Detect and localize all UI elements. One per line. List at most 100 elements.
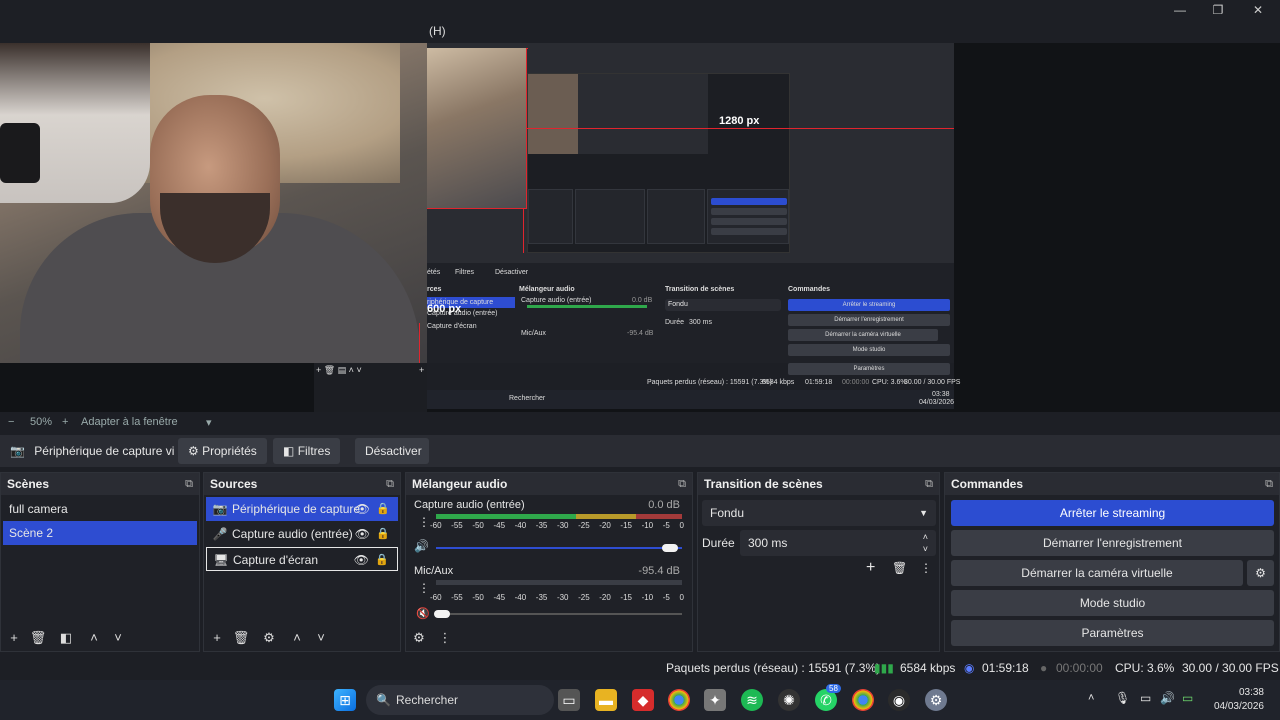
meter-ticks-2: -60 -55 -50 -45 -40 -35 -30 -25 -20 -15 -10 -5 0 (430, 593, 684, 602)
audio-mixer-dock: Mélangeur audio ⧉ Capture audio (entrée)… (405, 472, 693, 652)
zoom-out-button[interactable]: − (8, 416, 14, 428)
tray-microphone-icon[interactable]: 🎙 (1115, 691, 1130, 705)
transition-dock: Transition de scènes ⧉ Fondu ▼ Durée 300… (697, 472, 940, 652)
properties-button[interactable]: ⚙ Propriétés (178, 438, 267, 464)
eye-icon[interactable]: 👁 (354, 548, 369, 572)
meter-tick-label: -40 (514, 521, 527, 530)
lock-icon[interactable]: 🔒 (376, 522, 390, 546)
filters-icon[interactable]: ◧ (57, 629, 75, 647)
red-app-icon[interactable]: ◆ (632, 689, 654, 711)
trash-icon[interactable]: 🗑 (232, 629, 250, 647)
meter-tick-label: -20 (599, 521, 611, 530)
maximize-icon[interactable]: ❐ (1208, 2, 1228, 18)
transition-select[interactable]: Fondu ▼ (702, 500, 936, 526)
source-label: Capture d'écran (233, 553, 319, 567)
tray-battery-icon[interactable]: ▭ (1182, 691, 1193, 705)
camera-icon: 📷 (212, 502, 228, 516)
chevron-up-icon[interactable]: ˄ (288, 629, 306, 647)
source-item-capture-device[interactable]: 📷 Périphérique de capture 👁 🔒 (206, 497, 398, 521)
trash-icon[interactable]: 🗑 (29, 629, 47, 647)
nested-sources-panel (528, 189, 573, 244)
channel-menu-icon[interactable]: ⋮ (418, 515, 430, 529)
spotify-icon[interactable]: ≋ (741, 689, 763, 711)
minimize-icon[interactable]: — (1170, 2, 1190, 18)
menu-fragment[interactable]: (H) (429, 24, 446, 38)
advanced-audio-icon[interactable]: ⚙ (410, 629, 428, 647)
chatgpt-icon[interactable]: ✺ (778, 689, 800, 711)
scenes-header: Scènes ⧉ (1, 473, 199, 495)
volume-knob[interactable] (434, 610, 450, 618)
filters-button[interactable]: ◧ Filtres (273, 438, 341, 464)
source-item-screen-capture[interactable]: 🖥 Capture d'écran 👁 🔒 (206, 547, 398, 571)
nested-time: 01:59:18 (805, 379, 833, 386)
eye-icon[interactable]: 👁 (355, 522, 370, 546)
virtual-camera-settings-icon[interactable]: ⚙ (1247, 560, 1274, 586)
source-item-audio-input[interactable]: 🎤 Capture audio (entrée) 👁 🔒 (206, 522, 398, 546)
speaker-muted-icon[interactable]: 🔇 (416, 607, 430, 620)
add-icon[interactable]: + (5, 629, 23, 647)
chrome-profile-icon[interactable] (852, 689, 874, 711)
volume-slider[interactable] (436, 547, 682, 549)
undock-icon[interactable]: ⧉ (386, 473, 394, 495)
task-view-icon[interactable]: ▭ (558, 689, 580, 711)
settings-button[interactable]: Paramètres (951, 620, 1274, 646)
chevron-up-icon[interactable]: ˄ (85, 629, 103, 647)
nested-transition-panel (647, 189, 705, 244)
start-recording-button[interactable]: Démarrer l'enregistrement (951, 530, 1274, 556)
zoom-dropdown-icon[interactable]: ▾ (206, 416, 212, 429)
tray-chevron-icon[interactable]: ˄ (1088, 692, 1094, 704)
windows-start-icon[interactable]: ⊞ (334, 689, 356, 711)
transition-value: Fondu (710, 506, 745, 520)
chevron-down-icon[interactable]: ˅ (109, 629, 127, 647)
meter-tick-label: -55 (451, 593, 463, 602)
undock-icon[interactable]: ⧉ (925, 473, 933, 495)
add-icon[interactable]: + (208, 629, 226, 647)
obs-icon[interactable]: ◉ (888, 689, 910, 711)
add-icon[interactable]: + (866, 559, 875, 577)
record-icon: ● (1040, 661, 1048, 675)
meter-tick-label: -60 (430, 593, 442, 602)
stop-streaming-button[interactable]: Arrêter le streaming (951, 500, 1274, 526)
taskbar-clock[interactable]: 03:38 04/03/2026 (1214, 686, 1264, 714)
file-explorer-icon[interactable]: ▬ (595, 689, 617, 711)
scene-item[interactable]: full camera (3, 497, 197, 521)
tray-network-icon[interactable]: ▭ (1140, 691, 1151, 705)
deactivate-button[interactable]: Désactiver (355, 438, 429, 464)
app-icon[interactable]: ✦ (704, 689, 726, 711)
tray-volume-icon[interactable]: 🔊 (1160, 691, 1175, 705)
gear-icon[interactable]: ⚙ (260, 629, 278, 647)
chevron-down-icon[interactable]: ˅ (312, 629, 330, 647)
channel-menu-icon[interactable]: ⋮ (418, 581, 430, 595)
bitrate: 6584 kbps (900, 661, 956, 675)
speaker-icon[interactable]: 🔊 (414, 539, 429, 553)
studio-mode-button[interactable]: Mode studio (951, 590, 1274, 616)
undock-icon[interactable]: ⧉ (185, 473, 193, 495)
close-icon[interactable]: ✕ (1248, 2, 1268, 18)
settings-icon[interactable]: ⚙ (925, 689, 947, 711)
scene-item-selected[interactable]: Scène 2 (3, 521, 197, 545)
nested-screen: 1280 px étés Filtres Désactiver rces Mél… (427, 43, 954, 363)
meter-tick-label: -35 (535, 521, 548, 530)
undock-icon[interactable]: ⧉ (1265, 473, 1273, 495)
dropdown-icon: ▼ (919, 508, 928, 518)
volume-slider[interactable] (436, 613, 682, 615)
fit-to-window[interactable]: Adapter à la fenêtre (81, 416, 178, 428)
lock-icon[interactable]: 🔒 (375, 548, 389, 572)
undock-icon[interactable]: ⧉ (678, 473, 686, 495)
taskbar-search[interactable]: 🔍 Rechercher (366, 685, 554, 715)
preview-canvas[interactable]: 1280 px étés Filtres Désactiver rces Mél… (0, 43, 1280, 412)
start-virtual-camera-button[interactable]: Démarrer la caméra virtuelle (951, 560, 1243, 586)
nested-bottom: Paramètres Paquets perdus (réseau) : 155… (427, 363, 960, 409)
duration-input[interactable]: 300 ms ˄ ˅ (740, 530, 936, 556)
menu-icon[interactable]: ⋮ (920, 561, 932, 575)
spin-down-icon[interactable]: ˅ (923, 536, 928, 562)
zoom-in-button[interactable]: + (62, 416, 68, 428)
menu-icon[interactable]: ⋮ (436, 629, 454, 647)
trash-icon[interactable]: 🗑 (892, 561, 907, 575)
lock-icon[interactable]: 🔒 (376, 497, 390, 521)
properties-label: Propriétés (202, 444, 257, 458)
nested-start-recording: Démarrer l'enregistrement (788, 314, 950, 326)
volume-knob[interactable] (662, 544, 678, 552)
eye-icon[interactable]: 👁 (355, 497, 370, 521)
chrome-icon[interactable] (668, 689, 690, 711)
